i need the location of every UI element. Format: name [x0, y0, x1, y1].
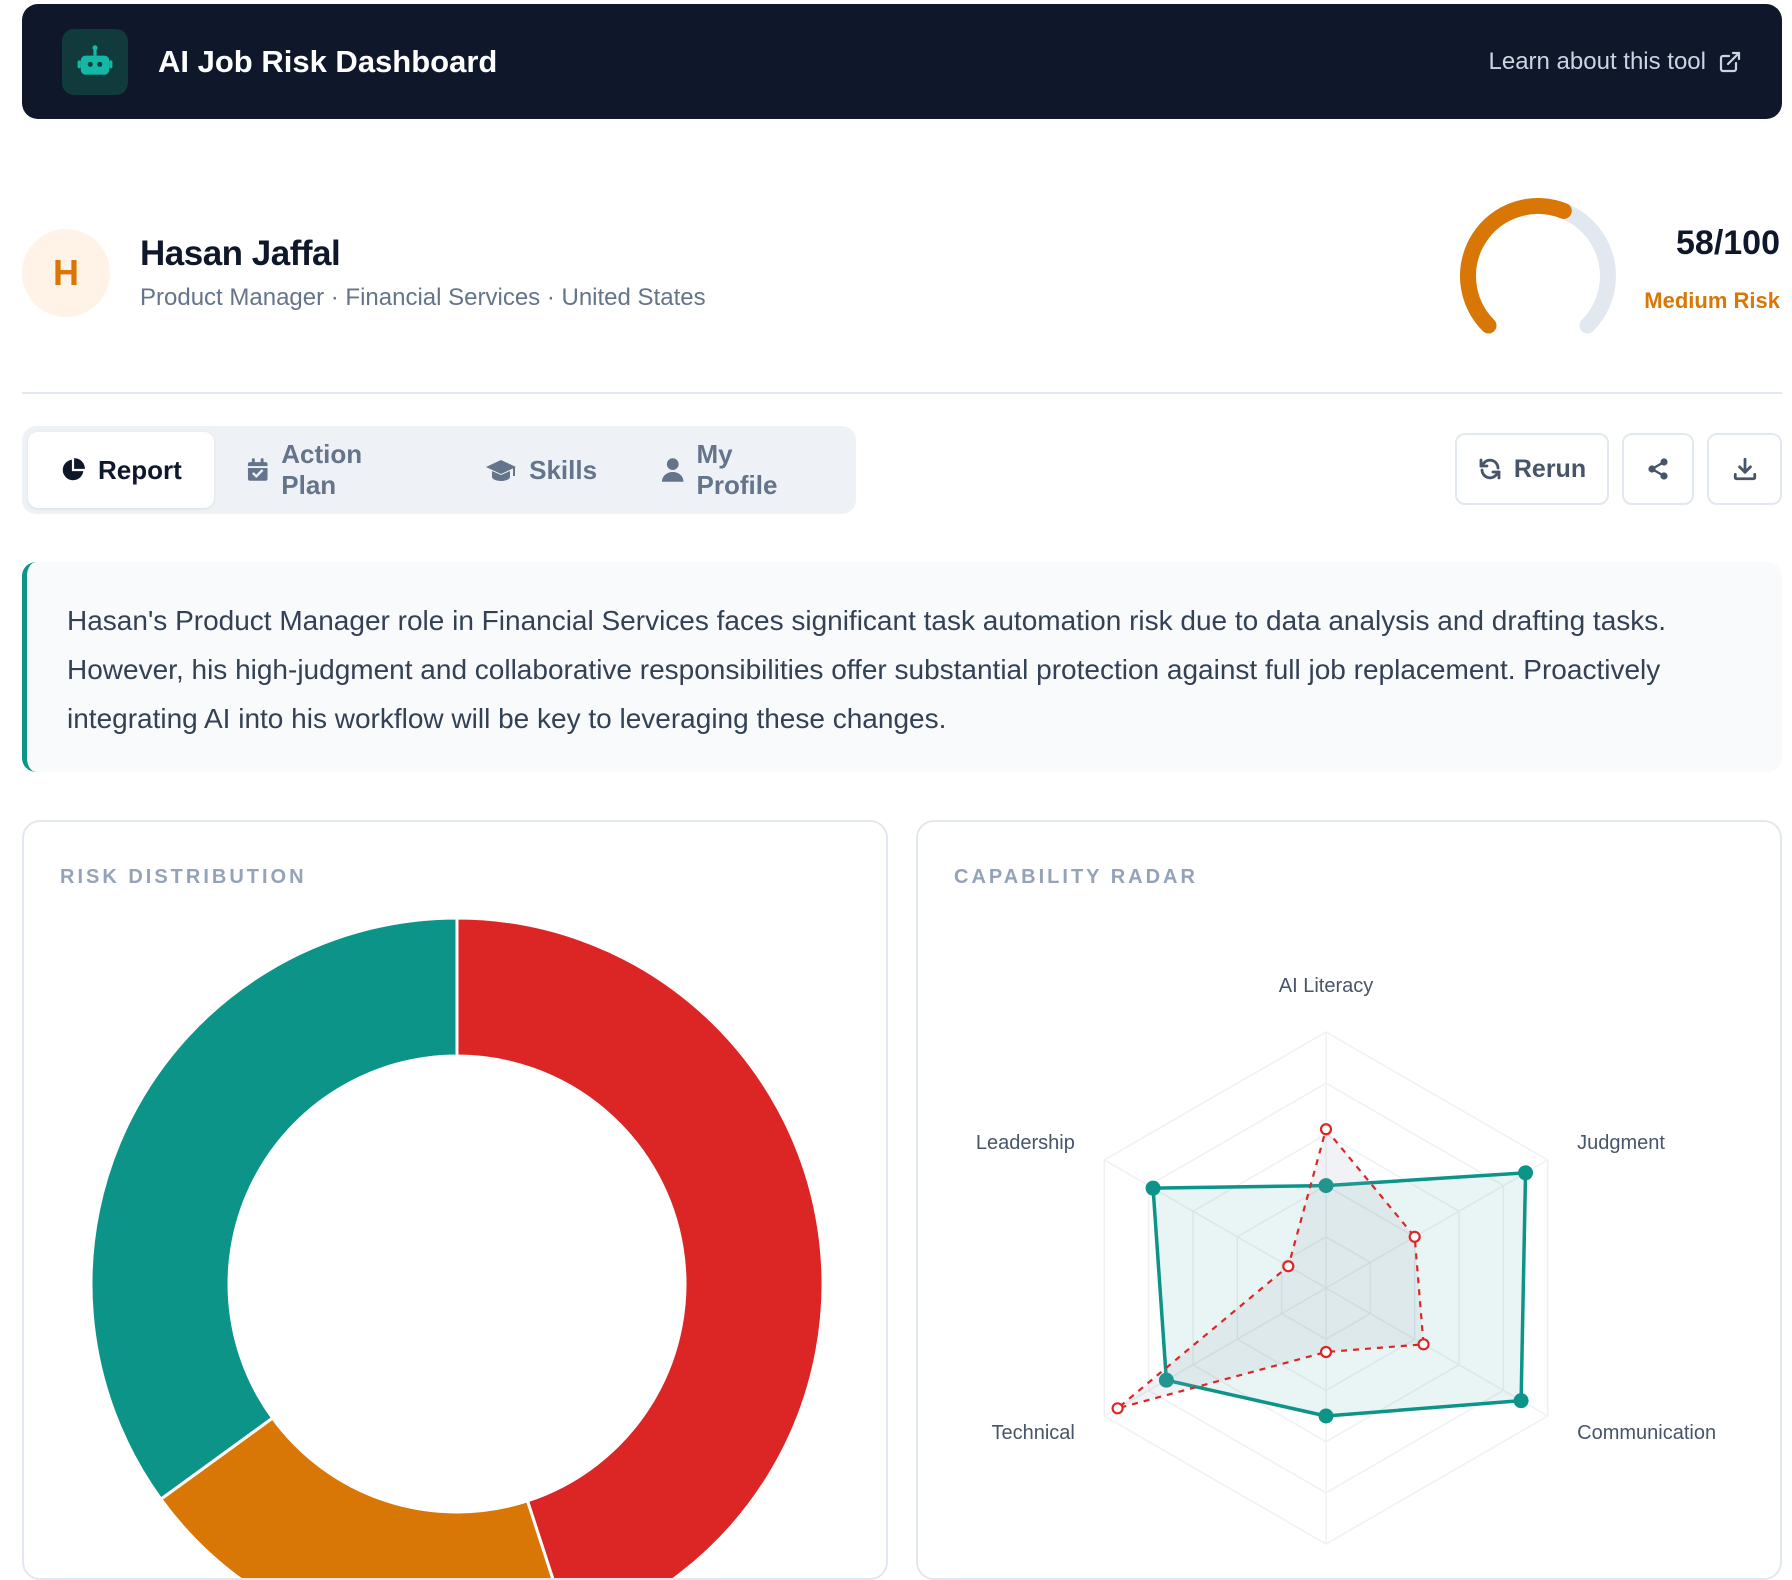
radar-point	[1145, 1180, 1161, 1196]
radar-axis-label: Leadership	[976, 1132, 1075, 1154]
radar-point	[1111, 1402, 1124, 1415]
radar-point	[1518, 1165, 1534, 1181]
radar-point	[1417, 1338, 1430, 1351]
learn-about-link[interactable]: Learn about this tool	[1489, 48, 1743, 76]
radar-point	[1319, 1123, 1333, 1136]
profile-name: Hasan Jaffal	[140, 234, 341, 273]
pie-chart-icon	[62, 458, 85, 481]
calendar-check-icon	[247, 458, 268, 481]
radar-axis-label: AI Literacy	[1279, 975, 1373, 997]
radar-axis-label: Communication	[1577, 1422, 1716, 1444]
capability-radar-chart: AI LiteracyJudgmentCommunicationSkillsTe…	[976, 975, 1716, 1545]
tab-action-plan[interactable]: Action Plan	[214, 432, 453, 508]
risk-level: Medium Risk	[1644, 288, 1780, 313]
risk-distribution-card: RISK DISTRIBUTION	[22, 820, 888, 1580]
share-icon	[1648, 458, 1668, 480]
risk-gauge	[1460, 198, 1616, 334]
tab-report-label: Report	[98, 454, 182, 485]
tab-my-profile-label: My Profile	[696, 439, 778, 500]
risk-summary: Hasan's Product Manager role in Financia…	[22, 562, 1782, 772]
download-icon	[1733, 457, 1756, 481]
tab-my-profile[interactable]: My Profile	[629, 432, 850, 508]
radar-point	[1319, 1345, 1333, 1359]
app-title: AI Job Risk Dashboard	[158, 43, 498, 79]
radar-point	[1318, 1408, 1334, 1424]
learn-about-label: Learn about this tool	[1488, 47, 1707, 75]
rerun-label: Rerun	[1513, 454, 1587, 483]
tab-skills[interactable]: Skills	[453, 432, 629, 508]
donut-slice-0	[455, 916, 825, 1578]
tab-bar: Report Action Plan Skills My Profile	[22, 426, 856, 514]
divider	[22, 392, 1782, 394]
radar-axis-label: Judgment	[1577, 1132, 1665, 1154]
tab-skills-label: Skills	[529, 454, 598, 485]
profile-subtitle: Product Manager · Financial Services · U…	[140, 284, 706, 311]
profile-header: H Hasan Jaffal Product Manager · Financi…	[22, 229, 706, 317]
top-bar: AI Job Risk Dashboard Learn about this t…	[22, 4, 1782, 119]
graduation-cap-icon	[486, 460, 517, 481]
risk-score: 58/100	[1676, 224, 1780, 262]
tab-action-plan-label: Action Plan	[281, 439, 363, 500]
download-button[interactable]	[1707, 433, 1782, 505]
user-icon	[662, 458, 684, 482]
donut-slice-2	[89, 916, 459, 1502]
share-button[interactable]	[1622, 433, 1694, 505]
capability-radar-card: CAPABILITY RADAR AI Literacy Judgment Comm…	[916, 820, 1782, 1580]
external-link-icon	[1719, 51, 1741, 72]
rerun-button[interactable]: Rerun	[1455, 433, 1609, 505]
robot-icon	[62, 28, 128, 95]
radar-point	[1282, 1260, 1295, 1273]
avatar: H	[22, 229, 110, 317]
radar-point	[1513, 1393, 1529, 1409]
tab-report[interactable]: Report	[28, 432, 214, 508]
risk-distribution-chart	[89, 916, 825, 1578]
refresh-icon	[1479, 458, 1501, 480]
radar-axis-label: Technical	[991, 1422, 1074, 1444]
radar-point	[1408, 1230, 1421, 1243]
